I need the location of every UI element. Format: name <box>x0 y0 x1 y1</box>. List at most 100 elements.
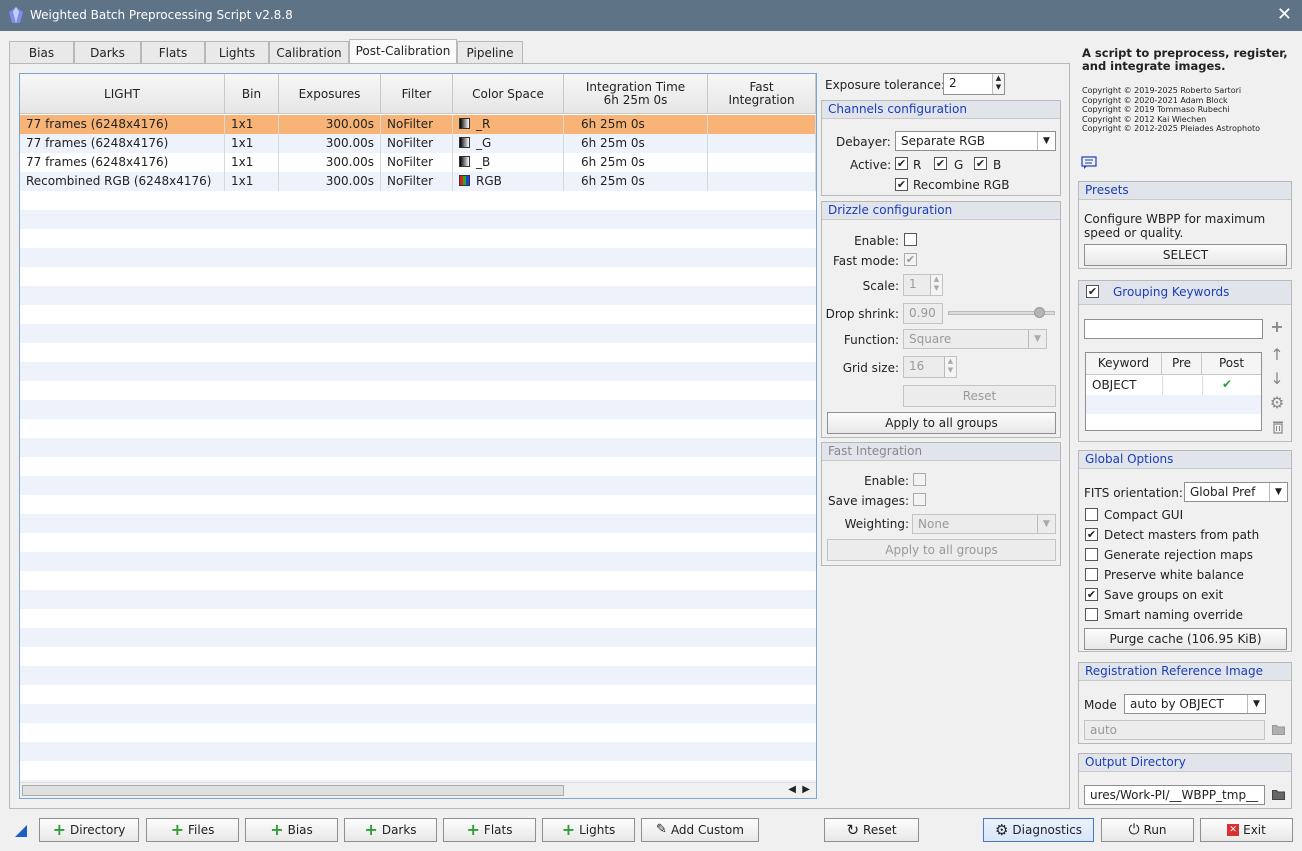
add-bias-button[interactable]: + Bias <box>245 818 338 842</box>
tab-bias[interactable]: Bias <box>9 41 74 64</box>
drizzle-scale-input[interactable]: 1 ▲ ▼ <box>903 274 943 296</box>
save-images-checkbox[interactable] <box>913 493 926 506</box>
tab-post-calibration[interactable]: Post-Calibration <box>349 39 457 65</box>
recombine-rgb-checkbox[interactable]: ✔ <box>895 178 908 191</box>
horizontal-scrollbar[interactable]: ◀ ▶ <box>20 782 816 798</box>
debayer-select[interactable]: Separate RGB ▼ <box>895 131 1056 151</box>
grouping-keywords-checkbox[interactable]: ✔ <box>1086 285 1099 298</box>
column-light[interactable]: LIGHT <box>20 74 225 114</box>
folder-icon[interactable] <box>1272 724 1285 735</box>
drizzle-reset-button[interactable]: Reset <box>903 385 1056 407</box>
scroll-right-icon[interactable]: ▶ <box>802 784 810 795</box>
option-checkbox[interactable]: ✔ <box>1085 588 1098 601</box>
table-row[interactable]: 77 frames (6248x4176) 1x1 300.00s NoFilter _… <box>20 153 816 172</box>
add-darks-button[interactable]: + Darks <box>344 818 437 842</box>
presets-select-button[interactable]: SELECT <box>1084 244 1287 266</box>
table-row[interactable]: OBJECT ✔ <box>1086 376 1261 395</box>
table-row[interactable]: Recombined RGB (6248x4176) 1x1 300.00s NoFi… <box>20 172 816 191</box>
scrollbar-thumb[interactable] <box>22 785 564 796</box>
row-stripe <box>20 248 816 267</box>
option-checkbox[interactable] <box>1085 568 1098 581</box>
column-fast-integration[interactable]: Fast Integration <box>708 74 816 114</box>
comment-icon[interactable] <box>1081 156 1097 170</box>
close-icon[interactable]: ✕ <box>1277 4 1292 25</box>
arrow-up-icon[interactable]: ↑ <box>1268 345 1286 364</box>
exposure-tolerance-input[interactable]: 2 ▲ ▼ <box>943 73 1005 95</box>
weighting-select[interactable]: None ▼ <box>912 514 1056 534</box>
plus-icon: + <box>270 820 284 839</box>
add-files-button[interactable]: + Files <box>146 818 239 842</box>
cell-text: 77 frames (6248x4176) <box>26 117 169 131</box>
grid-size-input[interactable]: 16 ▲ ▼ <box>903 356 957 378</box>
drizzle-function-select[interactable]: Square ▼ <box>903 329 1047 349</box>
option-checkbox[interactable] <box>1085 608 1098 621</box>
registration-mode-select[interactable]: auto by OBJECT ▼ <box>1124 694 1266 714</box>
channel-g-checkbox[interactable]: ✔ <box>934 157 947 170</box>
arrow-down-icon[interactable]: ↓ <box>1268 369 1286 388</box>
diagnostics-button[interactable]: ⚙ Diagnostics <box>983 818 1094 842</box>
tab-darks[interactable]: Darks <box>74 41 141 64</box>
tab-lights[interactable]: Lights <box>205 41 269 64</box>
drizzle-enable-checkbox[interactable] <box>904 233 917 246</box>
plus-icon: + <box>561 820 576 839</box>
tab-pipeline[interactable]: Pipeline <box>457 41 523 64</box>
scroll-left-icon[interactable]: ◀ <box>788 784 796 795</box>
channel-r-checkbox[interactable]: ✔ <box>895 157 908 170</box>
resize-corner-icon[interactable] <box>15 825 27 837</box>
purge-cache-button[interactable]: Purge cache (106.95 KiB) <box>1084 628 1287 650</box>
channels-configuration-group: Channels configuration Debayer: Separate… <box>821 100 1061 196</box>
exposure-tolerance-value: 2 <box>949 76 957 90</box>
reference-image-input[interactable]: auto <box>1084 720 1265 740</box>
option-checkbox[interactable] <box>1085 548 1098 561</box>
add-custom-button[interactable]: ✎ Add Custom <box>641 818 759 842</box>
drizzle-apply-all-button[interactable]: Apply to all groups <box>827 412 1056 434</box>
keywords-table[interactable]: Keyword Pre Post OBJECT ✔ <box>1085 352 1262 431</box>
grid-size-spinner[interactable]: ▲ ▼ <box>944 357 956 377</box>
plus-icon: + <box>364 820 378 839</box>
tab-calibration[interactable]: Calibration <box>269 41 349 64</box>
cell-filter: NoFilter <box>381 134 453 153</box>
channel-b-checkbox[interactable]: ✔ <box>974 157 987 170</box>
column-integration-time[interactable]: Integration Time 6h 25m 0s <box>564 74 708 114</box>
row-stripe <box>20 324 816 343</box>
add-flats-button[interactable]: + Flats <box>443 818 536 842</box>
add-keyword-icon[interactable]: + <box>1268 319 1286 335</box>
fast-integration-group: Fast Integration Enable: Save images: We… <box>821 442 1061 566</box>
table-row[interactable]: 77 frames (6248x4176) 1x1 300.00s NoFilter _… <box>20 134 816 153</box>
channel-b-label: B <box>993 158 1002 172</box>
drop-shrink-input[interactable]: 0.90 <box>903 303 943 324</box>
reset-button[interactable]: ↻ Reset <box>824 818 919 842</box>
fast-integration-apply-button[interactable]: Apply to all groups <box>827 539 1056 561</box>
gear-icon[interactable]: ⚙ <box>1268 393 1286 412</box>
exit-button[interactable]: ✕ Exit <box>1200 818 1293 842</box>
row-stripe <box>20 552 816 571</box>
column-exposures[interactable]: Exposures <box>279 74 381 114</box>
option-checkbox[interactable] <box>1085 508 1098 521</box>
output-directory-input[interactable]: ures/Work-PI/__WBPP_tmp__ <box>1084 785 1265 805</box>
option-checkbox[interactable]: ✔ <box>1085 528 1098 541</box>
tab-flats[interactable]: Flats <box>141 41 205 64</box>
table-row[interactable]: 77 frames (6248x4176) 1x1 300.00s NoFilter _… <box>20 115 816 134</box>
post-column-header: Post <box>1202 353 1261 375</box>
trash-icon[interactable] <box>1272 420 1284 434</box>
row-stripe <box>20 704 816 723</box>
add-directory-button[interactable]: + Directory <box>39 818 139 842</box>
lights-table[interactable]: LIGHT Bin Exposures Filter Color Space I… <box>19 73 817 799</box>
drizzle-fast-mode-checkbox[interactable]: ✔ <box>904 253 917 266</box>
channel-g-label: G <box>954 158 964 172</box>
run-button[interactable]: ⏻ Run <box>1101 818 1194 842</box>
drop-shrink-slider-handle[interactable] <box>1034 307 1045 318</box>
exposure-tolerance-spinner[interactable]: ▲ ▼ <box>992 74 1004 94</box>
reset-icon: ↻ <box>846 821 860 839</box>
column-filter[interactable]: Filter <box>381 74 453 114</box>
column-bin[interactable]: Bin <box>225 74 279 114</box>
column-color-space[interactable]: Color Space <box>453 74 564 114</box>
fits-orientation-select[interactable]: Global Pref ▼ <box>1184 482 1288 502</box>
add-lights-button[interactable]: + Lights <box>542 818 635 842</box>
folder-icon[interactable] <box>1272 789 1285 800</box>
keyword-input[interactable] <box>1084 319 1263 339</box>
checkmark-icon: ✔ <box>1222 377 1233 391</box>
fast-integration-enable-checkbox[interactable] <box>913 473 926 486</box>
drizzle-scale-spinner[interactable]: ▲ ▼ <box>930 275 942 295</box>
chevron-down-icon: ▼ <box>1269 483 1287 501</box>
